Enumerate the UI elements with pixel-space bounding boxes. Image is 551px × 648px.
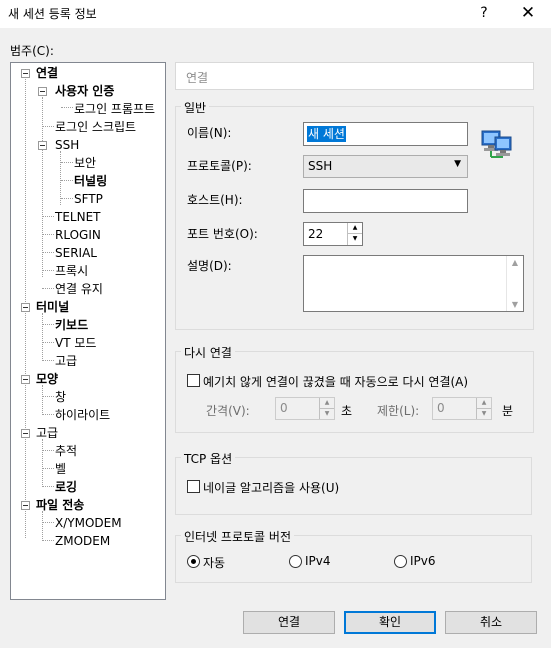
tree-item-xymodem[interactable]: X/YMODEM: [55, 515, 122, 531]
help-button[interactable]: ?: [472, 2, 496, 24]
window-title: 새 세션 등록 정보: [8, 7, 97, 21]
tcp-group-title: TCP 옵션: [181, 450, 236, 467]
section-header: 연결: [175, 62, 534, 90]
port-label: 포트 번호(O):: [187, 227, 258, 241]
category-tree[interactable]: 연결 사용자 인증 로그인 프롬프트 로그인 스크립트 SSH 보안 터널링 S…: [10, 62, 166, 600]
limit-unit: 분: [502, 404, 514, 418]
port-input[interactable]: 22 ▲ ▼: [303, 222, 363, 246]
tree-item-security[interactable]: 보안: [74, 155, 96, 171]
protocol-label: 프로토콜(P):: [187, 159, 252, 173]
scroll-up-icon[interactable]: ▲: [507, 258, 523, 267]
cancel-button[interactable]: 취소: [445, 611, 537, 634]
interval-unit: 초: [341, 404, 353, 418]
tree-item-connection[interactable]: 연결: [36, 65, 58, 81]
reconnect-group-title: 다시 연결: [181, 344, 235, 361]
tree-collapse-icon[interactable]: [21, 303, 30, 312]
limit-spinner[interactable]: ▲ ▼: [476, 398, 491, 419]
nagle-label[interactable]: 네이글 알고리즘을 사용(U): [203, 479, 339, 496]
port-spinner[interactable]: ▲ ▼: [347, 223, 362, 245]
tree-item-tunneling[interactable]: 터널링: [74, 173, 107, 189]
title-bar: 새 세션 등록 정보 ? ✕: [0, 0, 551, 28]
tree-collapse-icon[interactable]: [21, 375, 30, 384]
tree-item-advanced[interactable]: 고급: [36, 425, 58, 441]
general-group-title: 일반: [181, 99, 210, 116]
spin-up-icon[interactable]: ▲: [320, 398, 334, 409]
tree-collapse-icon[interactable]: [21, 501, 30, 510]
ip-version-group-title: 인터넷 프로토콜 버전: [181, 528, 294, 545]
tree-item-login-script[interactable]: 로그인 스크립트: [55, 119, 136, 135]
host-input[interactable]: [303, 189, 468, 213]
tree-item-highlight[interactable]: 하이라이트: [55, 407, 110, 423]
spin-down-icon[interactable]: ▼: [348, 234, 362, 245]
tree-item-telnet[interactable]: TELNET: [55, 209, 101, 225]
computer-icon: [481, 130, 512, 158]
tree-item-appearance[interactable]: 모양: [36, 371, 58, 387]
interval-input[interactable]: 0 ▲ ▼: [275, 397, 335, 420]
limit-label: 제한(L):: [377, 404, 420, 418]
auto-reconnect-label[interactable]: 예기치 않게 연결이 끊겼을 때 자동으로 다시 연결(A): [203, 373, 468, 390]
radio-ipv6[interactable]: [394, 555, 407, 568]
tree-item-login-prompt[interactable]: 로그인 프롬프트: [74, 101, 155, 117]
protocol-value: SSH: [308, 159, 333, 173]
name-value: 새 세션: [307, 126, 346, 142]
radio-auto-label[interactable]: 자동: [203, 554, 225, 571]
name-input[interactable]: 새 세션: [303, 122, 468, 146]
tree-item-serial[interactable]: SERIAL: [55, 245, 97, 261]
auto-reconnect-checkbox[interactable]: [187, 374, 200, 387]
close-button[interactable]: ✕: [514, 2, 542, 24]
tree-item-user-auth[interactable]: 사용자 인증: [55, 83, 114, 99]
tree-collapse-icon[interactable]: [38, 87, 47, 96]
radio-auto[interactable]: [187, 555, 200, 568]
description-textarea[interactable]: ▲ ▼: [303, 255, 524, 312]
spin-up-icon[interactable]: ▲: [477, 398, 491, 409]
tree-item-vt-mode[interactable]: VT 모드: [55, 335, 96, 351]
radio-ipv4-label[interactable]: IPv4: [305, 554, 331, 568]
tree-item-trace[interactable]: 추적: [55, 443, 77, 459]
limit-value: 0: [437, 401, 445, 415]
tree-item-keyboard[interactable]: 키보드: [55, 317, 88, 333]
tree-item-proxy[interactable]: 프록시: [55, 263, 88, 279]
tree-item-sftp[interactable]: SFTP: [74, 191, 103, 207]
host-label: 호스트(H):: [187, 193, 243, 207]
tree-item-rlogin[interactable]: RLOGIN: [55, 227, 101, 243]
tree-item-file-transfer[interactable]: 파일 전송: [36, 497, 84, 513]
nagle-checkbox[interactable]: [187, 480, 200, 493]
description-label: 설명(D):: [187, 259, 232, 273]
tree-item-keepalive[interactable]: 연결 유지: [55, 281, 103, 297]
interval-label: 간격(V):: [206, 404, 250, 418]
tree-item-ssh[interactable]: SSH: [55, 137, 79, 153]
tree-item-bell[interactable]: 벨: [55, 461, 66, 477]
interval-spinner[interactable]: ▲ ▼: [319, 398, 334, 419]
tree-collapse-icon[interactable]: [21, 69, 30, 78]
reconnect-group: [175, 351, 534, 433]
tree-item-zmodem[interactable]: ZMODEM: [55, 533, 110, 549]
radio-ipv4[interactable]: [289, 555, 302, 568]
ok-button[interactable]: 확인: [344, 611, 436, 634]
tree-collapse-icon[interactable]: [38, 141, 47, 150]
category-label: 범주(C):: [10, 44, 54, 58]
radio-ipv6-label[interactable]: IPv6: [410, 554, 436, 568]
protocol-select[interactable]: SSH ▼: [303, 155, 468, 178]
chevron-down-icon: ▼: [454, 159, 461, 169]
name-label: 이름(N):: [187, 126, 232, 140]
tree-item-logging[interactable]: 로깅: [55, 479, 77, 495]
limit-input[interactable]: 0 ▲ ▼: [432, 397, 492, 420]
tree-item-window[interactable]: 창: [55, 389, 66, 405]
spin-down-icon[interactable]: ▼: [477, 409, 491, 420]
description-scrollbar[interactable]: ▲ ▼: [506, 256, 523, 311]
tree-collapse-icon[interactable]: [21, 429, 30, 438]
tree-item-terminal-advanced[interactable]: 고급: [55, 353, 77, 369]
section-header-title: 연결: [186, 71, 209, 85]
scroll-down-icon[interactable]: ▼: [507, 300, 523, 309]
tree-item-terminal[interactable]: 터미널: [36, 299, 69, 315]
interval-value: 0: [280, 401, 288, 415]
spin-down-icon[interactable]: ▼: [320, 409, 334, 420]
port-value: 22: [308, 227, 324, 241]
connect-button[interactable]: 연결: [243, 611, 335, 634]
spin-up-icon[interactable]: ▲: [348, 223, 362, 234]
